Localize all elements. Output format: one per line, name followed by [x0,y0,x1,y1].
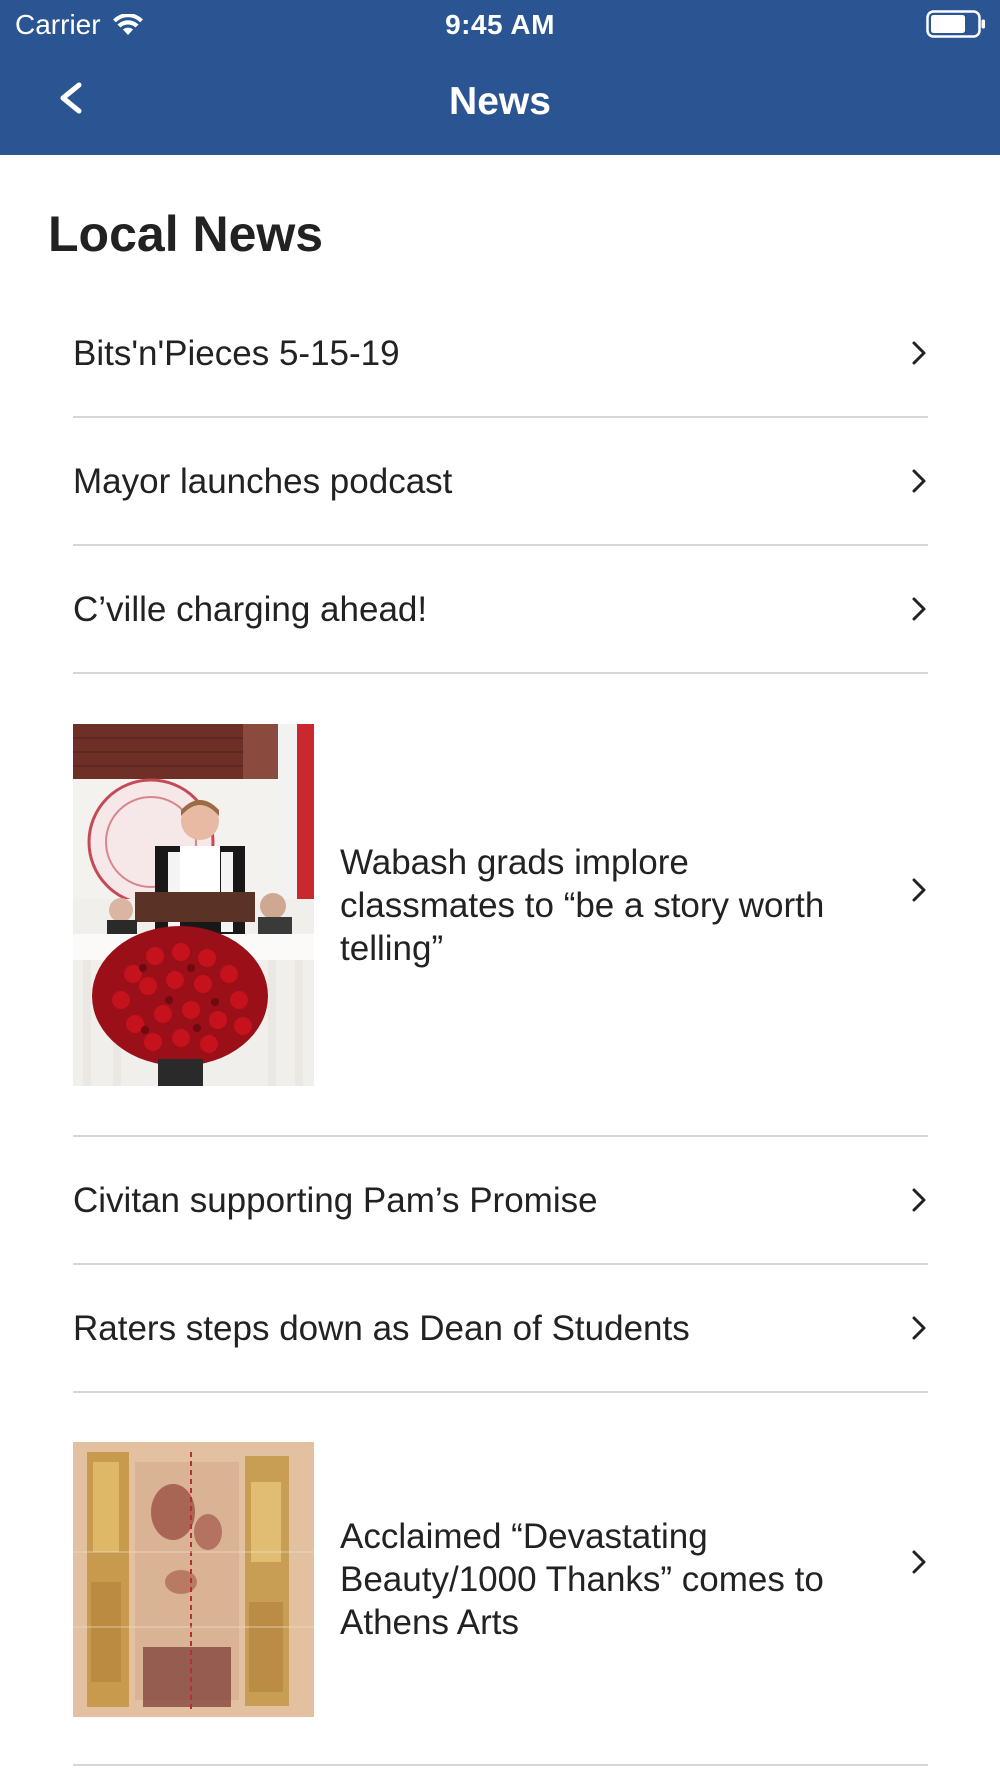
news-item-title: C’ville charging ahead! [73,589,428,629]
news-thumbnail [73,724,314,1086]
artwork-photo [73,1442,314,1717]
graduation-speaker-photo [73,724,314,1086]
news-item-title: Bits'n'Pieces 5-15-19 [73,333,400,373]
news-item[interactable]: Wabash grads implore classmates to “be a… [73,674,928,1137]
chevron-right-icon [912,1316,926,1340]
chevron-right-icon [912,1550,926,1573]
chevron-right-icon [912,597,926,621]
nav-title: News [449,80,551,123]
news-item-title: Mayor launches podcast [73,461,453,501]
news-item-title: Raters steps down as Dean of Students [73,1308,690,1348]
news-item[interactable]: Mayor launches podcast [73,418,928,546]
status-bar: Carrier 9:45 AM [0,0,1000,48]
news-item[interactable]: Raters steps down as Dean of Students [73,1265,928,1393]
news-list: Bits'n'Pieces 5-15-19 Mayor launches pod… [73,290,928,1766]
news-item-title: Wabash grads implore classmates to “be a… [340,842,825,968]
nav-bar: News [0,48,1000,155]
chevron-right-icon [912,341,926,365]
chevron-right-icon [912,469,926,493]
chevron-right-icon [912,878,926,901]
news-item-text: Wabash grads implore classmates to “be a… [314,724,928,1086]
news-item[interactable]: Acclaimed “Devastating Beauty/1000 Thank… [73,1393,928,1766]
news-item[interactable]: Bits'n'Pieces 5-15-19 [73,290,928,418]
news-thumbnail [73,1442,314,1717]
status-time: 9:45 AM [445,9,555,40]
news-item[interactable]: C’ville charging ahead! [73,546,928,674]
news-item-title: Acclaimed “Devastating Beauty/1000 Thank… [340,1517,824,1642]
news-item-title: Civitan supporting Pam’s Promise [73,1180,598,1220]
battery-icon [926,10,985,38]
section-title: Local News [48,206,324,262]
news-item-text: Acclaimed “Devastating Beauty/1000 Thank… [314,1442,928,1717]
chevron-right-icon [912,1188,926,1212]
news-item[interactable]: Civitan supporting Pam’s Promise [73,1137,928,1265]
